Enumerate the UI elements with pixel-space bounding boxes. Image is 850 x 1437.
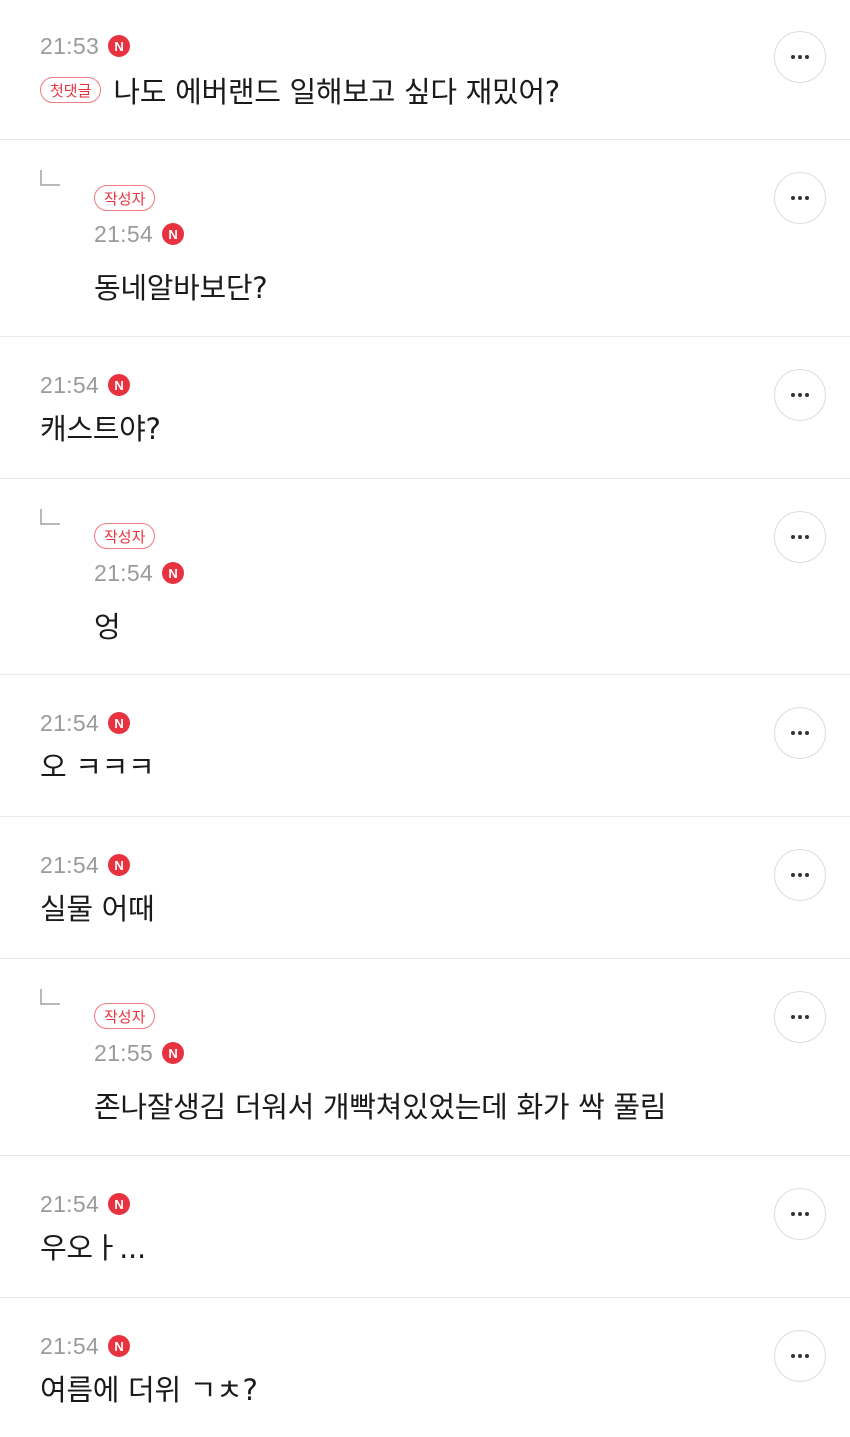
first-comment-badge: 첫댓글 — [40, 77, 102, 103]
new-badge-icon: N — [162, 562, 185, 584]
new-badge-icon: N — [162, 223, 185, 245]
comment-time: 21:54 — [40, 851, 100, 878]
comment-meta: 21:54 N — [94, 219, 185, 249]
reply-arrow-icon — [40, 509, 60, 525]
comment-time: 21:55 — [94, 1039, 154, 1066]
comment-text: 엉 — [94, 610, 121, 644]
comment-text: 존나잘생김 더워서 개빡쳐있었는데 화가 싹 풀림 — [94, 1090, 667, 1124]
more-icon — [791, 873, 809, 877]
comment-meta: 21:54 N — [40, 850, 131, 880]
more-icon — [791, 1015, 809, 1019]
more-options-button[interactable] — [774, 849, 826, 901]
new-badge-icon: N — [108, 1335, 131, 1357]
comment-text: 오 ㅋㅋㅋ — [40, 750, 155, 784]
reply-item: 작성자 21:54 N 동네알바보단? — [0, 140, 850, 337]
comment-body: 우오ㅏ... — [40, 1226, 146, 1266]
more-icon — [791, 535, 809, 539]
more-options-button[interactable] — [774, 707, 826, 759]
reply-item: 작성자 21:55 N 존나잘생김 더워서 개빡쳐있었는데 화가 싹 풀림 — [0, 959, 850, 1156]
comment-time: 21:53 — [40, 32, 100, 59]
comment-text: 여름에 더위 ㄱㅊ? — [40, 1373, 258, 1407]
more-options-button[interactable] — [774, 172, 826, 224]
reply-arrow-icon — [40, 170, 60, 186]
comment-meta: 21:55 N — [94, 1038, 185, 1068]
more-options-button[interactable] — [774, 511, 826, 563]
comment-body: 동네알바보단? — [94, 266, 268, 306]
author-badge: 작성자 — [94, 1003, 156, 1029]
new-badge-icon: N — [108, 35, 131, 57]
comment-item: 21:53 N 첫댓글 나도 에버랜드 일해보고 싶다 재밌어? — [0, 0, 850, 140]
author-badge: 작성자 — [94, 523, 156, 549]
more-options-button[interactable] — [774, 369, 826, 421]
more-options-button[interactable] — [774, 1188, 826, 1240]
more-options-button[interactable] — [774, 31, 826, 83]
comment-body: 존나잘생김 더워서 개빡쳐있었는데 화가 싹 풀림 — [94, 1085, 667, 1125]
reply-arrow-icon — [40, 989, 60, 1005]
more-options-button[interactable] — [774, 991, 826, 1043]
comment-text: 실물 어때 — [40, 892, 155, 926]
comment-meta: 21:54 N — [94, 558, 185, 588]
comment-item: 21:54 N 캐스트야? — [0, 337, 850, 479]
comment-meta: 21:54 N — [40, 708, 131, 738]
comment-meta: 21:54 N — [40, 1189, 131, 1219]
more-icon — [791, 1212, 809, 1216]
more-icon — [791, 1354, 809, 1358]
new-badge-icon: N — [108, 1193, 131, 1215]
comment-text: 우오ㅏ... — [40, 1231, 146, 1265]
new-badge-icon: N — [108, 374, 131, 396]
comment-time: 21:54 — [40, 371, 100, 398]
comment-item: 21:54 N 우오ㅏ... — [0, 1156, 850, 1298]
comment-time: 21:54 — [94, 559, 154, 586]
comment-item: 21:54 N 여름에 더위 ㄱㅊ? — [0, 1298, 850, 1437]
comment-body: 여름에 더위 ㄱㅊ? — [40, 1368, 258, 1408]
comment-item: 21:54 N 실물 어때 — [0, 817, 850, 959]
more-icon — [791, 55, 809, 59]
new-badge-icon: N — [108, 712, 131, 734]
comment-text: 나도 에버랜드 일해보고 싶다 재밌어? — [113, 75, 560, 109]
comment-body: 엉 — [94, 605, 121, 645]
author-badge: 작성자 — [94, 185, 156, 211]
comment-time: 21:54 — [40, 1332, 100, 1359]
new-badge-icon: N — [162, 1042, 185, 1064]
comment-item: 21:54 N 오 ㅋㅋㅋ — [0, 675, 850, 817]
comment-text: 동네알바보단? — [94, 271, 268, 305]
more-icon — [791, 731, 809, 735]
more-icon — [791, 196, 809, 200]
more-options-button[interactable] — [774, 1330, 826, 1382]
comment-time: 21:54 — [94, 220, 154, 247]
comment-meta: 21:53 N — [40, 31, 131, 61]
comment-body: 첫댓글 나도 에버랜드 일해보고 싶다 재밌어? — [40, 70, 560, 110]
comment-body: 실물 어때 — [40, 887, 155, 927]
comment-time: 21:54 — [40, 1190, 100, 1217]
more-icon — [791, 393, 809, 397]
comment-text: 캐스트야? — [40, 412, 161, 446]
reply-item: 작성자 21:54 N 엉 — [0, 479, 850, 675]
comment-body: 오 ㅋㅋㅋ — [40, 745, 155, 785]
comment-meta: 21:54 N — [40, 370, 131, 400]
comment-body: 캐스트야? — [40, 407, 161, 447]
comment-meta: 21:54 N — [40, 1331, 131, 1361]
comment-time: 21:54 — [40, 709, 100, 736]
new-badge-icon: N — [108, 854, 131, 876]
